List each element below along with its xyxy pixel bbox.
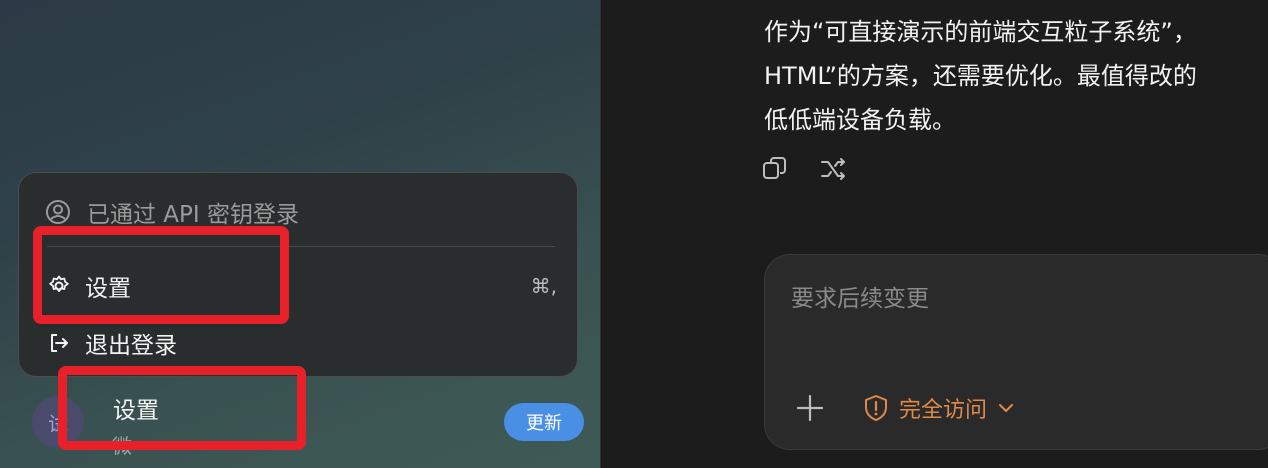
- menu-header: 已通过 API 密钥登录: [45, 197, 300, 228]
- settings-shortcut: ⌘,: [530, 274, 557, 298]
- shield-warning-icon: [865, 395, 887, 421]
- message-actions: [762, 156, 846, 182]
- assistant-message: 作为“可直接演示的前端交互粒子系统”， HTML”的方案，还需要优化。最值得改的…: [764, 10, 1268, 142]
- sidebar-divider: [600, 0, 601, 468]
- message-line: HTML”的方案，还需要优化。最值得改的: [764, 62, 1197, 90]
- menu-item-logout-label: 退出登录: [85, 333, 177, 359]
- chevron-down-icon: [999, 404, 1014, 412]
- update-button[interactable]: 更新: [504, 403, 584, 441]
- message-line: 低低端设备负载。: [764, 106, 956, 134]
- menu-item-logout[interactable]: 退出登录: [47, 326, 557, 360]
- access-mode-dropdown[interactable]: 完全访问: [863, 391, 1025, 425]
- user-circle-icon: [46, 200, 70, 224]
- access-mode-label: 完全访问: [899, 398, 988, 423]
- copy-icon[interactable]: [762, 156, 788, 182]
- highlight-box-settings-menu: [33, 226, 289, 324]
- followup-input[interactable]: [789, 285, 1253, 313]
- composer: 完全访问: [764, 254, 1268, 450]
- logout-icon: [51, 334, 68, 352]
- branch-icon[interactable]: [820, 156, 846, 182]
- message-line: 作为“可直接演示的前端交互粒子系统”，: [764, 18, 1197, 46]
- plus-icon[interactable]: [795, 393, 825, 423]
- menu-header-label: 已通过 API 密钥登录: [87, 202, 300, 228]
- highlight-settings-label: 设置: [113, 398, 159, 424]
- highlight-box-settings-bottom: [58, 366, 306, 450]
